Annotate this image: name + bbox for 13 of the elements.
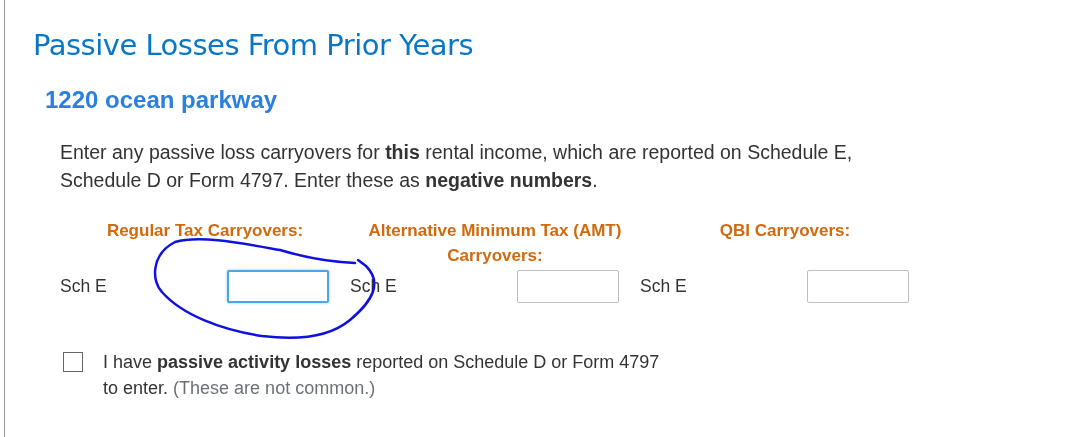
field-label: Sch E [60,275,108,297]
property-name: 1220 ocean parkway [45,86,279,114]
column-header: Regular Tax Carryovers: [106,220,304,242]
input-field[interactable] [807,269,909,303]
field-label: Sch E [640,275,688,297]
instructions-text: Enter any passive loss carryovers for this rental income, which are reported on Schedule E, Schedule D or Form 4797. Enter these as negative numbers. [60,140,854,193]
input-field[interactable] [517,269,619,303]
column-header: QBI Carryovers: [719,220,851,242]
checkbox[interactable] [63,352,83,372]
column-header: Alternative Minimum Tax (AMT) Carryovers: [367,220,623,267]
input-field[interactable] [227,269,329,303]
checkbox-label: I have passive activity losses reported on Schedule D or Form 4797 to enter. (These are not common.) [103,351,661,400]
page-title: Passive Losses From Prior Years [33,28,475,62]
